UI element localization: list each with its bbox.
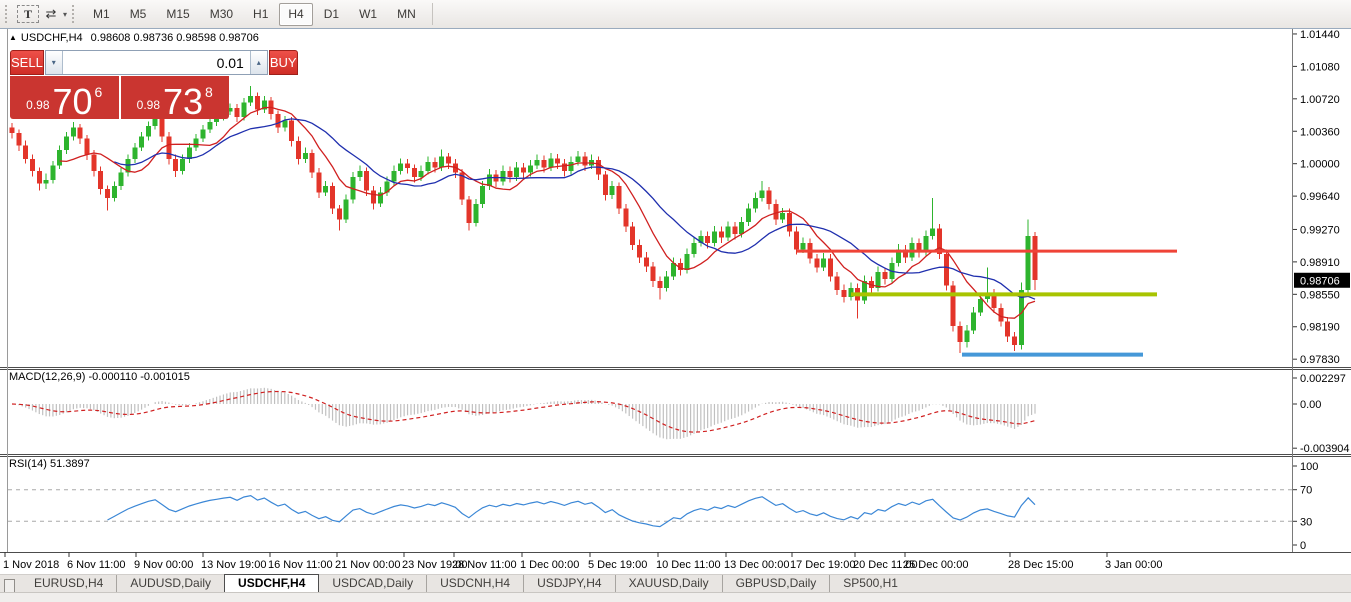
one-click-trading-panel: SELL ▾ ▴ BUY 0.98 70 6 0.98 73 8: [10, 50, 229, 119]
svg-text:16 Nov 11:00: 16 Nov 11:00: [268, 559, 333, 571]
tab-xauusd-daily[interactable]: XAUUSD,Daily: [615, 575, 722, 593]
timeframe-toolbar: M1M5M15M30H1H4D1W1MN: [83, 3, 426, 26]
tab-audusd-daily[interactable]: AUDUSD,Daily: [116, 575, 224, 593]
svg-text:0.00: 0.00: [1300, 399, 1321, 411]
tab-eurusd-h4[interactable]: EURUSD,H4: [21, 575, 116, 593]
svg-text:0: 0: [1300, 540, 1306, 552]
tab-usdjpy-h4[interactable]: USDJPY,H4: [523, 575, 614, 593]
buy-price-figure: 0.98: [137, 98, 160, 112]
svg-text:100: 100: [1300, 461, 1318, 473]
svg-text:1.00720: 1.00720: [1300, 94, 1340, 106]
buy-button[interactable]: BUY: [269, 50, 298, 75]
svg-text:0.98910: 0.98910: [1300, 257, 1340, 269]
svg-text:25 Dec 00:00: 25 Dec 00:00: [903, 559, 968, 571]
svg-text:17 Dec 19:00: 17 Dec 19:00: [790, 559, 855, 571]
svg-text:21 Nov 00:00: 21 Nov 00:00: [335, 559, 400, 571]
chart-title: ▲ USDCHF,H4 0.98608 0.98736 0.98598 0.9870…: [9, 32, 259, 44]
tab-usdchf-h4[interactable]: USDCHF,H4: [224, 574, 319, 594]
svg-text:10 Dec 11:00: 10 Dec 11:00: [656, 559, 721, 571]
svg-text:13 Dec 00:00: 13 Dec 00:00: [724, 559, 789, 571]
status-bar: [0, 592, 1351, 602]
tab-gbpusd-daily[interactable]: GBPUSD,Daily: [722, 575, 830, 593]
svg-text:1.00360: 1.00360: [1300, 126, 1340, 138]
timeframe-m5-button[interactable]: M5: [121, 3, 156, 26]
svg-text:0.002297: 0.002297: [1300, 373, 1346, 385]
svg-text:1 Dec 00:00: 1 Dec 00:00: [520, 559, 579, 571]
timeframe-w1-button[interactable]: W1: [350, 3, 386, 26]
rsi-label: RSI(14): [9, 458, 47, 470]
symbol-tab-bar: EURUSD,H4AUDUSD,DailyUSDCHF,H4USDCAD,Dai…: [0, 574, 1351, 593]
svg-text:-0.003904: -0.003904: [1300, 443, 1350, 455]
svg-text:6 Nov 11:00: 6 Nov 11:00: [67, 559, 126, 571]
svg-text:9 Nov 00:00: 9 Nov 00:00: [134, 559, 193, 571]
timeframe-m15-button[interactable]: M15: [157, 3, 198, 26]
svg-text:0.98550: 0.98550: [1300, 289, 1340, 301]
macd-label-row: MACD(12,26,9) -0.000110 -0.001015: [9, 371, 190, 383]
timeframe-h4-button[interactable]: H4: [279, 3, 312, 26]
tab-stub: [4, 579, 15, 593]
svg-text:70: 70: [1300, 485, 1312, 497]
rsi-value: 51.3897: [50, 458, 90, 470]
svg-text:1.01080: 1.01080: [1300, 61, 1340, 73]
volume-input[interactable]: [63, 51, 250, 74]
caret-down-icon: ▾: [52, 58, 56, 67]
collapse-triangle-icon: ▲: [9, 33, 17, 42]
tab-sp500-h1[interactable]: SP500,H1: [829, 575, 911, 593]
buy-price[interactable]: 0.98 73 8: [121, 76, 230, 119]
timeframe-mn-button[interactable]: MN: [388, 3, 425, 26]
chart-area[interactable]: 1.01440 1.01080 1.00720 1.00360 1.00000 0.996…: [0, 28, 1351, 575]
sell-button[interactable]: SELL: [10, 50, 44, 75]
volume-increase-button[interactable]: ▴: [250, 51, 267, 74]
text-label-tool-icon[interactable]: T: [17, 5, 39, 23]
svg-text:0.99270: 0.99270: [1300, 224, 1340, 236]
caret-up-icon: ▴: [257, 58, 261, 67]
svg-text:0.97830: 0.97830: [1300, 354, 1340, 366]
sell-price-point: 6: [95, 84, 103, 100]
svg-text:0.98190: 0.98190: [1300, 322, 1340, 334]
timeframe-m1-button[interactable]: M1: [84, 3, 119, 26]
timeframe-m30-button[interactable]: M30: [201, 3, 242, 26]
top-toolbar: T ⇄ ▾ M1M5M15M30H1H4D1W1MN: [0, 0, 1351, 29]
svg-text:3 Jan 00:00: 3 Jan 00:00: [1105, 559, 1163, 571]
sell-price-pips: 70: [53, 87, 93, 117]
svg-text:1.01440: 1.01440: [1300, 29, 1340, 41]
macd-values: -0.000110 -0.001015: [88, 371, 189, 383]
chart-ohlc-values: 0.98608 0.98736 0.98598 0.98706: [91, 32, 259, 44]
svg-text:1.00000: 1.00000: [1300, 159, 1340, 171]
buy-price-point: 8: [205, 84, 213, 100]
svg-text:0.99640: 0.99640: [1300, 191, 1340, 203]
sell-price[interactable]: 0.98 70 6: [10, 76, 119, 119]
toolbar-grip: [5, 5, 11, 23]
chart-symbol: USDCHF,H4: [21, 32, 83, 44]
chevron-down-icon[interactable]: ▾: [63, 10, 67, 19]
toolbar-separator: [432, 3, 433, 25]
volume-stepper: ▾ ▴: [45, 50, 268, 75]
tab-usdcnh-h4[interactable]: USDCNH,H4: [426, 575, 523, 593]
tab-usdcad-daily[interactable]: USDCAD,Daily: [319, 575, 426, 593]
buy-price-pips: 73: [163, 87, 203, 117]
svg-text:30: 30: [1300, 516, 1312, 528]
arrows-tool-icon[interactable]: ⇄: [41, 4, 61, 24]
rsi-label-row: RSI(14) 51.3897: [9, 458, 90, 470]
timeframe-h1-button[interactable]: H1: [244, 3, 277, 26]
svg-text:1 Nov 2018: 1 Nov 2018: [3, 559, 59, 571]
toolbar-grip: [72, 5, 78, 23]
svg-text:0.98706: 0.98706: [1300, 275, 1340, 287]
svg-text:5 Dec 19:00: 5 Dec 19:00: [588, 559, 647, 571]
macd-label: MACD(12,26,9): [9, 371, 85, 383]
svg-text:28 Nov 11:00: 28 Nov 11:00: [452, 559, 517, 571]
volume-decrease-button[interactable]: ▾: [46, 51, 63, 74]
timeframe-d1-button[interactable]: D1: [315, 3, 348, 26]
svg-text:28 Dec 15:00: 28 Dec 15:00: [1008, 559, 1073, 571]
sell-price-figure: 0.98: [26, 98, 49, 112]
svg-text:13 Nov 19:00: 13 Nov 19:00: [201, 559, 266, 571]
